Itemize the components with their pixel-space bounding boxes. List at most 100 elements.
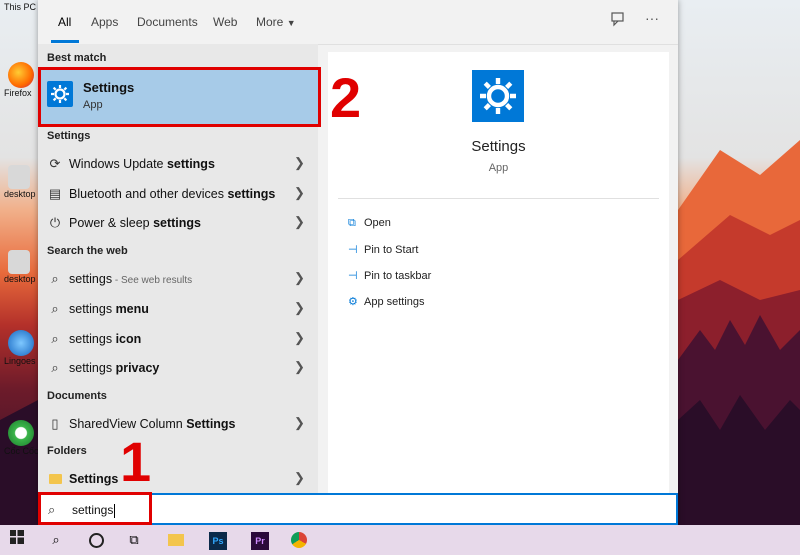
cortana-icon[interactable] <box>86 530 106 550</box>
lingoes-icon <box>8 330 34 356</box>
windows-start-icon[interactable] <box>7 530 27 550</box>
chevron-right-icon[interactable]: ❯ <box>294 470 305 486</box>
desktop-icon-label: Lingoes <box>4 356 36 366</box>
desktop-icon-this-pc[interactable]: This PC <box>0 2 40 12</box>
action-pin-to-taskbar[interactable]: ⊣ Pin to taskbar <box>348 269 431 282</box>
action-label: Pin to taskbar <box>364 270 432 282</box>
result-text: Windows Update <box>69 157 167 171</box>
search-icon: ⌕ <box>51 360 59 375</box>
result-text: settings <box>69 332 116 346</box>
chrome-icon[interactable] <box>289 530 309 550</box>
section-best-match: Best match <box>47 52 107 64</box>
pin-icon: ⊣ <box>348 244 358 256</box>
result-text-bold: Settings <box>69 472 119 486</box>
section-settings: Settings <box>47 130 91 142</box>
result-bluetooth-settings[interactable]: ▤ Bluetooth and other devices settings ❯ <box>38 180 318 208</box>
result-text: settings <box>69 361 116 375</box>
active-tab-indicator <box>51 40 79 43</box>
caret-down-icon: ▼ <box>286 18 296 28</box>
tab-more[interactable]: More ▼ <box>256 15 296 29</box>
preview-pane: Settings App ⧉ Open ⊣ Pin to Start ⊣ Pin to… <box>328 52 669 493</box>
result-power-sleep-settings[interactable]: ⏻ Power & sleep settings ❯ <box>38 209 318 237</box>
annotation-box-best-match <box>38 67 321 127</box>
web-result-settings-privacy[interactable]: ⌕ settings privacy ❯ <box>38 354 318 382</box>
power-icon: ⏻ <box>49 215 61 230</box>
photoshop-icon[interactable]: Ps <box>208 530 228 550</box>
chevron-right-icon[interactable]: ❯ <box>294 214 305 230</box>
tab-all[interactable]: All <box>58 15 71 29</box>
tab-apps[interactable]: Apps <box>91 15 118 29</box>
chevron-right-icon[interactable]: ❯ <box>294 415 305 431</box>
search-icon: ⌕ <box>51 271 59 286</box>
action-app-settings[interactable]: ⚙ App settings <box>348 295 425 308</box>
action-pin-to-start[interactable]: ⊣ Pin to Start <box>348 243 418 256</box>
search-icon: ⌕ <box>51 331 59 346</box>
result-text-bold: settings <box>153 216 202 230</box>
file-icon <box>8 165 30 189</box>
desktop-icon-coccoc[interactable]: Cốc Cốc <box>0 420 40 456</box>
web-result-settings[interactable]: ⌕ settings - See web results ❯ <box>38 265 318 293</box>
result-windows-update-settings[interactable]: ⟳ Windows Update settings ❯ <box>38 150 318 178</box>
desktop-icon-desktop-1[interactable]: desktop <box>0 165 40 199</box>
annotation-box-search <box>38 492 152 525</box>
file-icon <box>8 250 30 274</box>
file-explorer-icon[interactable] <box>166 530 186 550</box>
action-label: Open <box>364 217 391 229</box>
desktop-icon-label: desktop <box>4 189 36 199</box>
action-open[interactable]: ⧉ Open <box>348 217 391 230</box>
premiere-icon[interactable]: Pr <box>250 530 270 550</box>
action-label: Pin to Start <box>364 244 419 256</box>
search-filter-tabs: All Apps Documents Web More ▼ ··· <box>38 0 678 45</box>
section-documents: Documents <box>47 390 107 402</box>
section-folders: Folders <box>47 445 87 457</box>
chevron-right-icon[interactable]: ❯ <box>294 270 305 286</box>
chevron-right-icon[interactable]: ❯ <box>294 185 305 201</box>
devices-icon: ▤ <box>48 186 62 201</box>
feedback-icon[interactable] <box>610 12 625 30</box>
result-text: SharedView Column <box>69 417 187 431</box>
result-text: Power & sleep <box>69 216 154 230</box>
result-text: settings <box>69 302 116 316</box>
annotation-step-2: 2 <box>330 66 362 129</box>
section-search-the-web: Search the web <box>47 245 128 257</box>
chevron-right-icon[interactable]: ❯ <box>294 330 305 346</box>
folder-icon <box>47 471 63 487</box>
folder-result-settings[interactable]: Settings ❯ <box>38 465 318 493</box>
task-view-icon[interactable]: ⧉ <box>124 530 144 550</box>
pin-icon: ⊣ <box>348 270 358 282</box>
action-label: App settings <box>364 296 425 308</box>
annotation-step-1: 1 <box>120 430 152 493</box>
divider <box>338 198 659 199</box>
web-result-settings-menu[interactable]: ⌕ settings menu ❯ <box>38 295 318 323</box>
search-icon[interactable]: ⌕ <box>46 530 66 550</box>
tab-web[interactable]: Web <box>213 15 237 29</box>
search-icon: ⌕ <box>51 301 59 316</box>
web-result-settings-icon[interactable]: ⌕ settings icon ❯ <box>38 325 318 353</box>
chevron-right-icon[interactable]: ❯ <box>294 300 305 316</box>
chevron-right-icon[interactable]: ❯ <box>294 155 305 171</box>
desktop-icon-label: desktop <box>4 274 36 284</box>
desktop-icon-lingoes[interactable]: Lingoes <box>0 330 40 366</box>
settings-gear-icon <box>472 70 524 122</box>
document-result-sharedview[interactable]: ▯ SharedView Column Settings ❯ <box>38 410 318 438</box>
result-text-bold: icon <box>115 332 142 346</box>
desktop-icon-label: Cốc Cốc <box>4 446 39 456</box>
tab-documents[interactable]: Documents <box>137 15 198 29</box>
result-text: Bluetooth and other devices <box>69 187 228 201</box>
result-text-bold: privacy <box>115 361 160 375</box>
desktop-icon-firefox[interactable]: Firefox <box>0 62 40 98</box>
result-note: - See web results <box>112 275 193 286</box>
desktop-icon-label: Firefox <box>4 88 32 98</box>
more-options-icon[interactable]: ··· <box>645 10 659 26</box>
open-icon: ⧉ <box>348 217 356 229</box>
refresh-icon: ⟳ <box>49 156 61 171</box>
document-icon: ▯ <box>51 416 59 431</box>
tab-more-label: More <box>256 15 284 29</box>
chevron-right-icon[interactable]: ❯ <box>294 359 305 375</box>
firefox-icon <box>8 62 34 88</box>
preview-subtitle: App <box>488 162 509 174</box>
result-text-bold: settings <box>227 187 276 201</box>
desktop-icon-desktop-2[interactable]: desktop <box>0 250 40 284</box>
preview-title: Settings <box>471 138 526 155</box>
result-text-bold: menu <box>115 302 149 316</box>
